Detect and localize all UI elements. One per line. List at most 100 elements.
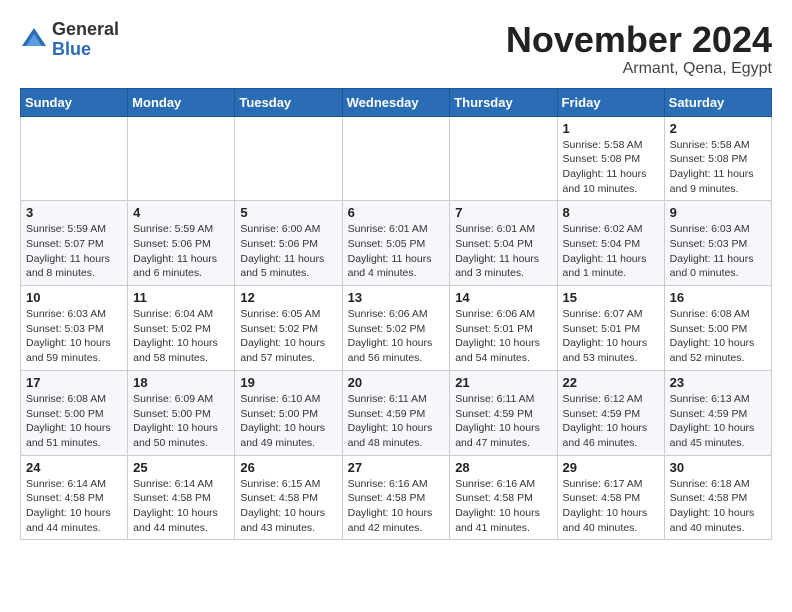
day-number: 24 (26, 460, 122, 475)
calendar-cell (21, 116, 128, 201)
day-number: 4 (133, 205, 229, 220)
calendar-cell: 8 Sunrise: 6:02 AM Sunset: 5:04 PM Daylig… (557, 201, 664, 286)
calendar-table: SundayMondayTuesdayWednesdayThursdayFrid… (20, 88, 772, 541)
day-info: Sunrise: 6:09 AM Sunset: 5:00 PM Dayligh… (133, 392, 229, 451)
day-number: 13 (348, 290, 445, 305)
calendar-cell: 17Sunrise: 6:08 AM Sunset: 5:00 PM Dayli… (21, 370, 128, 455)
calendar-cell: 6 Sunrise: 6:01 AM Sunset: 5:05 PM Daylig… (342, 201, 450, 286)
calendar-cell: 10 Sunrise: 6:03 AM Sunset: 5:03 PM Dayli… (21, 286, 128, 371)
day-number: 28 (455, 460, 551, 475)
weekday-header: Tuesday (235, 88, 342, 116)
day-number: 1 (563, 121, 659, 136)
day-info: Sunrise: 6:03 AM Sunset: 5:03 PM Dayligh… (26, 307, 122, 366)
day-info: Sunrise: 6:16 AM Sunset: 4:58 PM Dayligh… (455, 477, 551, 536)
calendar-cell: 21 Sunrise: 6:11 AM Sunset: 4:59 PM Dayli… (450, 370, 557, 455)
day-info: Sunrise: 6:01 AM Sunset: 5:04 PM Dayligh… (455, 222, 551, 281)
day-number: 21 (455, 375, 551, 390)
day-number: 26 (240, 460, 336, 475)
calendar-week-row: 17Sunrise: 6:08 AM Sunset: 5:00 PM Dayli… (21, 370, 772, 455)
calendar-cell: 20Sunrise: 6:11 AM Sunset: 4:59 PM Dayli… (342, 370, 450, 455)
day-info: Sunrise: 6:05 AM Sunset: 5:02 PM Dayligh… (240, 307, 336, 366)
calendar-cell: 19 Sunrise: 6:10 AM Sunset: 5:00 PM Dayli… (235, 370, 342, 455)
calendar-cell: 25 Sunrise: 6:14 AM Sunset: 4:58 PM Dayli… (128, 455, 235, 540)
day-info: Sunrise: 6:02 AM Sunset: 5:04 PM Dayligh… (563, 222, 659, 281)
day-number: 17 (26, 375, 122, 390)
weekday-header: Monday (128, 88, 235, 116)
weekday-header-row: SundayMondayTuesdayWednesdayThursdayFrid… (21, 88, 772, 116)
calendar-cell (128, 116, 235, 201)
title-block: November 2024 Armant, Qena, Egypt (506, 20, 772, 78)
calendar-cell: 26 Sunrise: 6:15 AM Sunset: 4:58 PM Dayli… (235, 455, 342, 540)
day-info: Sunrise: 6:10 AM Sunset: 5:00 PM Dayligh… (240, 392, 336, 451)
day-info: Sunrise: 6:11 AM Sunset: 4:59 PM Dayligh… (455, 392, 551, 451)
calendar-cell: 27Sunrise: 6:16 AM Sunset: 4:58 PM Dayli… (342, 455, 450, 540)
calendar-cell (342, 116, 450, 201)
logo-blue: Blue (52, 39, 91, 59)
day-info: Sunrise: 6:08 AM Sunset: 5:00 PM Dayligh… (670, 307, 766, 366)
calendar-cell: 18Sunrise: 6:09 AM Sunset: 5:00 PM Dayli… (128, 370, 235, 455)
calendar-cell: 7Sunrise: 6:01 AM Sunset: 5:04 PM Daylig… (450, 201, 557, 286)
day-number: 30 (670, 460, 766, 475)
logo-general: General (52, 19, 119, 39)
day-info: Sunrise: 6:06 AM Sunset: 5:02 PM Dayligh… (348, 307, 445, 366)
calendar-week-row: 3 Sunrise: 5:59 AM Sunset: 5:07 PM Daylig… (21, 201, 772, 286)
day-number: 8 (563, 205, 659, 220)
day-number: 20 (348, 375, 445, 390)
day-number: 29 (563, 460, 659, 475)
day-info: Sunrise: 6:14 AM Sunset: 4:58 PM Dayligh… (26, 477, 122, 536)
logo-text: General Blue (52, 20, 119, 60)
calendar-cell: 3 Sunrise: 5:59 AM Sunset: 5:07 PM Daylig… (21, 201, 128, 286)
month-title: November 2024 (506, 20, 772, 60)
day-number: 12 (240, 290, 336, 305)
location: Armant, Qena, Egypt (506, 60, 772, 78)
weekday-header: Thursday (450, 88, 557, 116)
day-info: Sunrise: 6:07 AM Sunset: 5:01 PM Dayligh… (563, 307, 659, 366)
day-info: Sunrise: 6:01 AM Sunset: 5:05 PM Dayligh… (348, 222, 445, 281)
day-number: 25 (133, 460, 229, 475)
calendar-cell (235, 116, 342, 201)
calendar-cell: 2 Sunrise: 5:58 AM Sunset: 5:08 PM Daylig… (664, 116, 771, 201)
calendar-cell (450, 116, 557, 201)
day-info: Sunrise: 6:18 AM Sunset: 4:58 PM Dayligh… (670, 477, 766, 536)
calendar-cell: 12 Sunrise: 6:05 AM Sunset: 5:02 PM Dayli… (235, 286, 342, 371)
weekday-header: Wednesday (342, 88, 450, 116)
day-info: Sunrise: 6:14 AM Sunset: 4:58 PM Dayligh… (133, 477, 229, 536)
day-number: 11 (133, 290, 229, 305)
day-number: 3 (26, 205, 122, 220)
day-number: 5 (240, 205, 336, 220)
calendar-cell: 11Sunrise: 6:04 AM Sunset: 5:02 PM Dayli… (128, 286, 235, 371)
day-number: 14 (455, 290, 551, 305)
calendar-cell: 24 Sunrise: 6:14 AM Sunset: 4:58 PM Dayli… (21, 455, 128, 540)
calendar-cell: 22Sunrise: 6:12 AM Sunset: 4:59 PM Dayli… (557, 370, 664, 455)
logo-icon (20, 26, 48, 54)
day-info: Sunrise: 6:15 AM Sunset: 4:58 PM Dayligh… (240, 477, 336, 536)
weekday-header: Friday (557, 88, 664, 116)
calendar-week-row: 24 Sunrise: 6:14 AM Sunset: 4:58 PM Dayli… (21, 455, 772, 540)
day-info: Sunrise: 6:13 AM Sunset: 4:59 PM Dayligh… (670, 392, 766, 451)
weekday-header: Sunday (21, 88, 128, 116)
calendar-cell: 16 Sunrise: 6:08 AM Sunset: 5:00 PM Dayli… (664, 286, 771, 371)
weekday-header: Saturday (664, 88, 771, 116)
day-info: Sunrise: 5:58 AM Sunset: 5:08 PM Dayligh… (670, 138, 766, 197)
day-number: 15 (563, 290, 659, 305)
day-number: 19 (240, 375, 336, 390)
day-number: 6 (348, 205, 445, 220)
calendar-cell: 23 Sunrise: 6:13 AM Sunset: 4:59 PM Dayli… (664, 370, 771, 455)
calendar-cell: 30 Sunrise: 6:18 AM Sunset: 4:58 PM Dayli… (664, 455, 771, 540)
calendar-cell: 14Sunrise: 6:06 AM Sunset: 5:01 PM Dayli… (450, 286, 557, 371)
day-info: Sunrise: 5:59 AM Sunset: 5:07 PM Dayligh… (26, 222, 122, 281)
calendar-week-row: 10 Sunrise: 6:03 AM Sunset: 5:03 PM Dayli… (21, 286, 772, 371)
calendar-cell: 4Sunrise: 5:59 AM Sunset: 5:06 PM Daylig… (128, 201, 235, 286)
day-number: 2 (670, 121, 766, 136)
calendar-cell: 1Sunrise: 5:58 AM Sunset: 5:08 PM Daylig… (557, 116, 664, 201)
day-number: 10 (26, 290, 122, 305)
calendar-cell: 29 Sunrise: 6:17 AM Sunset: 4:58 PM Dayli… (557, 455, 664, 540)
day-number: 9 (670, 205, 766, 220)
calendar-cell: 15 Sunrise: 6:07 AM Sunset: 5:01 PM Dayli… (557, 286, 664, 371)
day-number: 22 (563, 375, 659, 390)
logo: General Blue (20, 20, 119, 60)
day-info: Sunrise: 6:17 AM Sunset: 4:58 PM Dayligh… (563, 477, 659, 536)
day-number: 16 (670, 290, 766, 305)
day-number: 23 (670, 375, 766, 390)
calendar-cell: 13 Sunrise: 6:06 AM Sunset: 5:02 PM Dayli… (342, 286, 450, 371)
